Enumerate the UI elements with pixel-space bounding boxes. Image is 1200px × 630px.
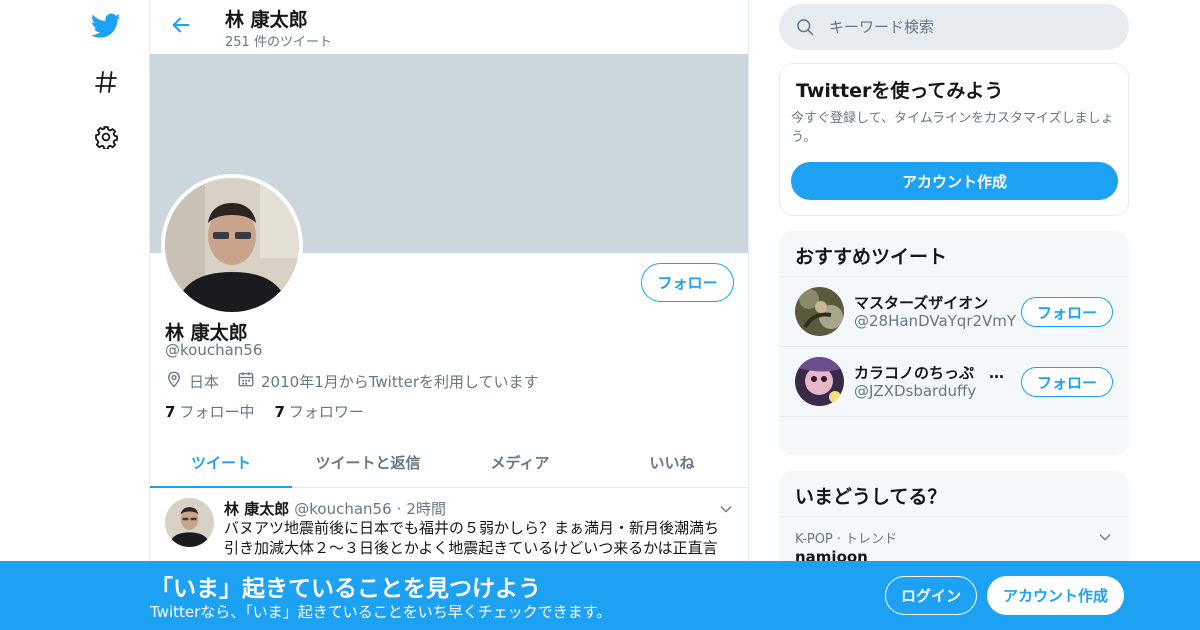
back-arrow-icon[interactable] xyxy=(168,12,194,38)
avatar[interactable] xyxy=(795,357,844,406)
profile-location: 日本 xyxy=(189,372,220,391)
signup-card: Twitterを使ってみよう 今すぐ登録して、タイムラインをカスタマイズしましょ… xyxy=(779,63,1129,216)
profile-meta: 日本 2010年1月からTwitterを利用しています xyxy=(165,370,539,392)
recommended-user-handle: @28HanDVaYqr2VmY xyxy=(854,312,1017,330)
recommended-user[interactable]: カラコノのちっぷ … @JZXDsbarduffy フォロー xyxy=(779,346,1129,416)
search-icon xyxy=(795,17,815,41)
following-link[interactable]: 7 フォロー中 xyxy=(165,401,254,422)
profile-column: 林 康太郎 251 件のツイート フォロー 林 康太郎 @kouchan56 日… xyxy=(149,0,749,630)
avatar[interactable] xyxy=(795,287,844,336)
hashtag-icon[interactable] xyxy=(90,66,122,98)
tweet-header: 林 康太郎 @kouchan56 · 2時間 xyxy=(224,498,446,519)
gear-icon[interactable] xyxy=(90,121,122,153)
signup-title: Twitterを使ってみよう xyxy=(796,80,1004,102)
tweet-author-name[interactable]: 林 康太郎 xyxy=(224,498,289,519)
signup-description: 今すぐ登録して、タイムラインをカスタマイズしましょう。 xyxy=(791,111,1114,145)
recommended-user[interactable]: マスターズザイオン @28HanDVaYqr2VmY フォロー xyxy=(779,276,1129,346)
profile-header-bar: 林 康太郎 251 件のツイート xyxy=(150,0,748,53)
header-tweet-count: 251 件のツイート xyxy=(225,35,332,50)
location-pin-icon xyxy=(165,370,183,392)
prompt-title: 「いま」起きていることを見つけよう xyxy=(150,576,541,602)
tweet-separator: · xyxy=(396,500,402,518)
profile-handle: @kouchan56 xyxy=(165,341,263,359)
trend-meta: K-POP · トレンド xyxy=(795,532,898,547)
recommended-user-name: マスターズザイオン xyxy=(854,294,989,312)
search-input[interactable] xyxy=(829,4,1109,50)
following-label: フォロー中 xyxy=(179,403,255,421)
tab-tweets[interactable]: ツイート xyxy=(150,437,292,488)
recommended-user-handle: @JZXDsbarduffy xyxy=(854,382,977,400)
follow-button[interactable]: フォロー xyxy=(1021,367,1113,397)
tweet-avatar[interactable] xyxy=(165,498,214,547)
profile-avatar[interactable] xyxy=(161,174,303,316)
calendar-icon xyxy=(237,370,255,392)
signup-prompt-bar: 「いま」起きていることを見つけよう Twitterなら、「いま」起きていることを… xyxy=(0,561,1200,630)
signup-button[interactable]: アカウント作成 xyxy=(987,576,1124,615)
create-account-button[interactable]: アカウント作成 xyxy=(791,162,1118,200)
tab-media[interactable]: メディア xyxy=(444,437,596,487)
tweet-author-handle[interactable]: @kouchan56 xyxy=(294,500,391,518)
tab-likes[interactable]: いいね xyxy=(596,437,748,487)
chevron-down-icon[interactable] xyxy=(1097,529,1113,549)
trends-title: いまどうしてる？ xyxy=(795,486,947,508)
recommended-users-card: おすすめツイート マスターズザイオン @28HanDVaYqr2VmY フォロー xyxy=(779,231,1129,455)
tweet-item[interactable]: 林 康太郎 @kouchan56 · 2時間 バヌアツ地震前後に日本でも福井の５… xyxy=(150,489,748,569)
recommended-divider xyxy=(779,416,1129,455)
followers-label: フォロワー xyxy=(288,403,364,421)
profile-stats: 7 フォロー中 7 フォロワー xyxy=(165,401,364,422)
tweet-time[interactable]: 2時間 xyxy=(406,498,446,519)
login-button[interactable]: ログイン xyxy=(885,576,977,615)
twitter-bird-icon[interactable] xyxy=(90,10,122,42)
following-count: 7 xyxy=(165,403,176,421)
search-box[interactable] xyxy=(779,4,1129,50)
profile-tabs: ツイート ツイートと返信 メディア いいね xyxy=(150,437,748,488)
tweet-text: バヌアツ地震前後に日本でも福井の５弱かしら？まぁ満月・新月後潮満ち引き加減大体２… xyxy=(224,519,720,557)
prompt-subtitle: Twitterなら、「いま」起きていることをいち早くチェックできます。 xyxy=(150,603,612,621)
followers-link[interactable]: 7 フォロワー xyxy=(274,401,363,422)
followers-count: 7 xyxy=(274,403,285,421)
recommended-title: おすすめツイート xyxy=(795,246,948,268)
recommended-user-name: カラコノのちっぷ … xyxy=(854,364,1004,382)
profile-follow-button[interactable]: フォロー xyxy=(641,263,734,302)
tab-tweets-and-replies[interactable]: ツイートと返信 xyxy=(292,437,444,487)
follow-button[interactable]: フォロー xyxy=(1021,297,1113,327)
profile-joined-date: 2010年1月からTwitterを利用しています xyxy=(261,372,539,391)
header-title: 林 康太郎 xyxy=(225,9,308,31)
